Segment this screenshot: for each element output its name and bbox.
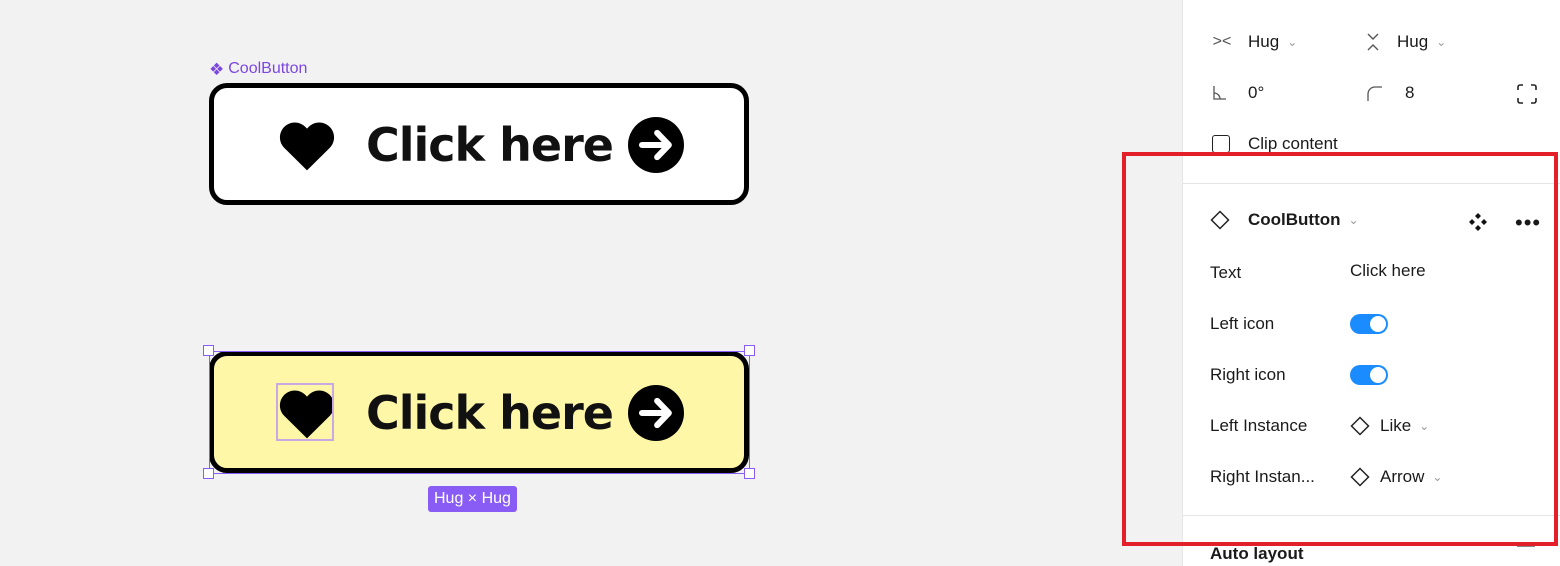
heart-hover-outline[interactable]: [276, 383, 334, 441]
instance-diamond-icon: [1350, 416, 1370, 436]
instance-diamond-icon: [1210, 210, 1230, 230]
chevron-down-icon: ⌄: [1432, 470, 1443, 484]
checkbox[interactable]: [1212, 135, 1230, 153]
button-text: Click here: [366, 118, 614, 172]
component-icon: ❖: [209, 59, 225, 79]
arrow-right-circle-icon: [628, 385, 684, 441]
arrow-right-circle-icon: [628, 117, 684, 173]
prop-label-right-instance: Right Instan...: [1210, 467, 1315, 486]
section-divider: [1183, 183, 1560, 184]
chevron-down-icon: ⌄: [1287, 35, 1298, 49]
size-badge: Hug × Hug: [428, 486, 517, 512]
section-divider: [1183, 515, 1560, 516]
more-icon: •••: [1515, 210, 1542, 235]
minus-icon: [1517, 545, 1535, 547]
prop-label-left-instance: Left Instance: [1210, 416, 1308, 435]
left-icon-toggle[interactable]: [1350, 314, 1388, 334]
component-icon: [1469, 213, 1487, 231]
height-control[interactable]: Hug ⌄: [1365, 32, 1446, 52]
toggle-switch[interactable]: [1350, 365, 1388, 385]
right-instance-dropdown[interactable]: Arrow ⌄: [1350, 467, 1442, 487]
go-to-main-component-button[interactable]: [1468, 212, 1488, 232]
resize-handle-top-right[interactable]: [744, 345, 755, 356]
chevron-down-icon: ⌄: [1436, 35, 1447, 49]
resize-handle-bottom-right[interactable]: [744, 468, 755, 479]
corner-radius-icon: [1367, 86, 1382, 101]
design-canvas[interactable]: ❖ CoolButton Click here Click here Hug ×…: [0, 0, 1182, 566]
chevron-down-icon: ⌄: [1348, 213, 1359, 227]
properties-panel: >< Hug ⌄ Hug ⌄ 0° 8 Clip content CoolBut…: [1182, 0, 1560, 566]
component-name-label[interactable]: ❖ CoolButton: [209, 60, 307, 78]
independent-corners-button[interactable]: [1516, 83, 1538, 105]
prop-label-left-icon: Left icon: [1210, 314, 1275, 333]
auto-layout-header[interactable]: Auto layout: [1210, 544, 1304, 564]
more-options-button[interactable]: •••: [1515, 212, 1541, 234]
button-text: Click here: [366, 386, 614, 440]
prop-label-text: Text: [1210, 263, 1242, 282]
resize-handle-top-left[interactable]: [203, 345, 214, 356]
independent-corners-icon: [1517, 84, 1537, 104]
instance-diamond-icon: [1350, 467, 1370, 487]
heart-icon: [279, 122, 335, 171]
remove-auto-layout-button[interactable]: [1517, 545, 1535, 547]
left-instance-dropdown[interactable]: Like ⌄: [1350, 416, 1429, 436]
width-control[interactable]: >< Hug ⌄: [1210, 32, 1298, 52]
component-header[interactable]: CoolButton ⌄: [1210, 210, 1359, 230]
text-property-input[interactable]: Click here: [1350, 261, 1426, 281]
corner-radius-field[interactable]: 8: [1365, 83, 1414, 103]
rotation-icon: [1213, 86, 1226, 100]
resize-handle-bottom-left[interactable]: [203, 468, 214, 479]
clip-content-checkbox[interactable]: Clip content: [1212, 134, 1338, 154]
chevron-down-icon: ⌄: [1419, 419, 1430, 433]
right-icon-toggle[interactable]: [1350, 365, 1388, 385]
main-component-button[interactable]: Click here: [209, 83, 749, 205]
prop-label-right-icon: Right icon: [1210, 365, 1286, 384]
vertical-resize-icon: [1367, 33, 1379, 51]
horizontal-resize-icon: ><: [1212, 33, 1232, 50]
rotation-field[interactable]: 0°: [1210, 83, 1264, 103]
toggle-switch[interactable]: [1350, 314, 1388, 334]
